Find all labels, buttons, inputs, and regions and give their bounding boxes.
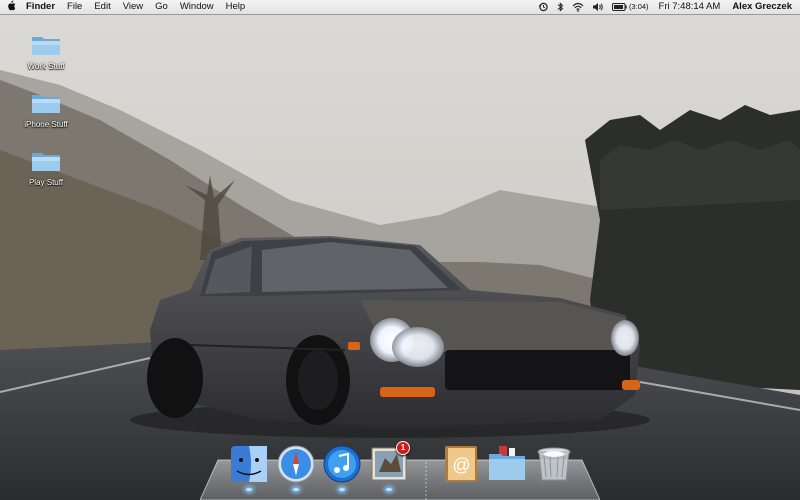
folder-icon (31, 34, 61, 56)
dock-safari[interactable] (276, 444, 316, 491)
menu-view[interactable]: View (117, 0, 149, 14)
applications-folder-icon (487, 446, 527, 488)
dock-mail[interactable]: 1 (369, 441, 410, 491)
battery-time: (3:04) (628, 2, 649, 11)
dock-itunes[interactable] (322, 444, 362, 491)
dock-finder[interactable] (229, 444, 269, 491)
menu-edit[interactable]: Edit (88, 0, 116, 14)
mail-unread-badge: 1 (396, 441, 410, 455)
svg-text:@: @ (452, 455, 470, 475)
apple-logo-icon[interactable] (0, 0, 22, 14)
running-indicator (246, 488, 252, 491)
menu-app-finder[interactable]: Finder (22, 0, 61, 14)
trash-icon (534, 447, 574, 488)
finder-icon (229, 446, 269, 488)
folder-icon (31, 150, 61, 172)
volume-icon[interactable] (588, 2, 608, 12)
menu-bar: Finder File Edit View Go Window Help (3:… (0, 0, 800, 15)
mail-icon (369, 447, 409, 488)
dock-address-book[interactable]: @ (440, 444, 480, 489)
folder-icon (31, 92, 61, 114)
desktop-folder-play-stuff[interactable]: Play Stuff (16, 150, 76, 190)
desktop-wallpaper (0, 0, 800, 500)
running-indicator (293, 488, 299, 491)
address-book-icon: @ (440, 446, 480, 488)
desktop-folder-label: Work Stuff (27, 62, 65, 71)
menubar-clock[interactable]: Fri 7:48:14 AM (653, 0, 725, 14)
running-indicator (339, 488, 345, 491)
dock-trash[interactable] (534, 444, 574, 489)
menubar-user[interactable]: Alex Greczek (724, 0, 800, 14)
desktop-folder-label: Play Stuff (28, 178, 64, 187)
itunes-icon (322, 445, 362, 488)
airport-wifi-icon[interactable] (568, 2, 588, 12)
menu-window[interactable]: Window (174, 0, 220, 14)
desktop-folder-work-stuff[interactable]: Work Stuff (16, 34, 76, 74)
desktop-folder-iphone-stuff[interactable]: iPhone Stuff (16, 92, 76, 132)
bluetooth-icon[interactable] (553, 2, 568, 12)
menu-go[interactable]: Go (149, 0, 174, 14)
safari-icon (276, 445, 316, 488)
battery-icon (611, 3, 627, 11)
time-machine-icon[interactable] (534, 2, 553, 12)
desktop-folder-label: iPhone Stuff (24, 120, 68, 129)
dock-applications-folder[interactable] (487, 444, 527, 489)
running-indicator (386, 488, 392, 491)
battery-status[interactable]: (3:04) (608, 0, 653, 14)
menu-help[interactable]: Help (220, 0, 252, 14)
menu-file[interactable]: File (61, 0, 88, 14)
